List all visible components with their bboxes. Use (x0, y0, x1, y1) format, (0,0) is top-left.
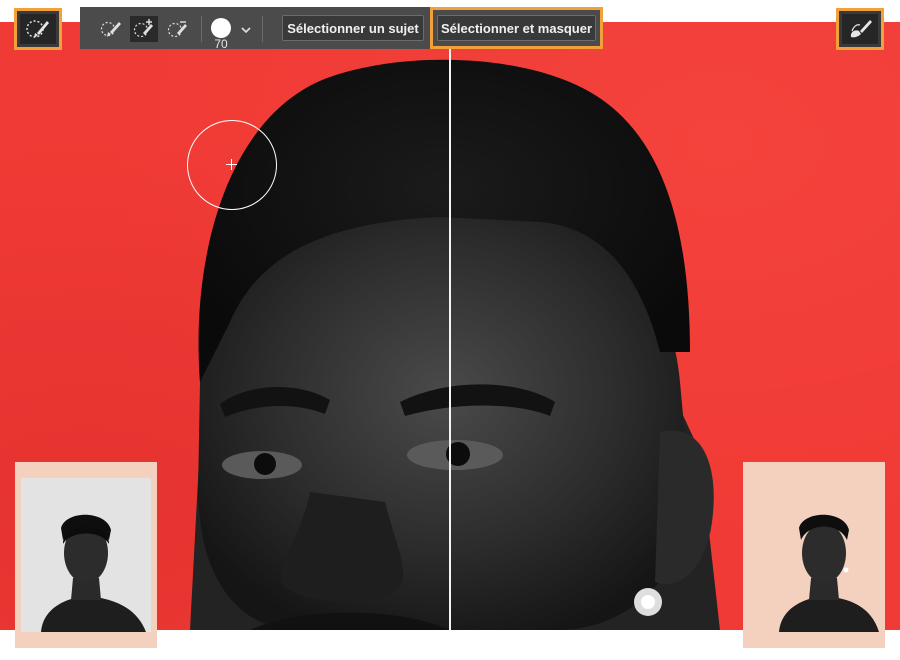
quick-selection-add-icon (133, 19, 153, 38)
brush-preview[interactable] (211, 18, 231, 38)
quick-selection-subtract-icon (167, 21, 187, 38)
thumbnail-original-photo (21, 478, 151, 632)
quick-selection-brush-icon (100, 21, 121, 37)
chevron-down-icon[interactable] (239, 23, 253, 37)
quick-selection-tool-button[interactable] (14, 8, 62, 50)
tool-mode-subtract[interactable] (164, 16, 192, 42)
brush-size-value: 70 (214, 37, 228, 51)
tool-mode-new[interactable] (97, 16, 125, 42)
refine-edge-brush-button[interactable] (836, 8, 884, 50)
toolbar-separator (262, 16, 263, 42)
quick-selection-tool-icon (26, 20, 49, 38)
before-thumbnail (15, 462, 157, 648)
thumbnail-masked-photo (749, 478, 879, 632)
split-divider[interactable] (449, 22, 451, 630)
toolbar-separator (201, 16, 202, 42)
refine-edge-brush-icon (850, 20, 872, 38)
select-and-mask-highlight: Sélectionner et masquer (430, 7, 603, 49)
select-and-mask-button[interactable]: Sélectionner et masquer (437, 15, 596, 41)
after-thumbnail (743, 462, 885, 648)
brush-cursor (187, 120, 277, 210)
select-subject-button[interactable]: Sélectionner un sujet (282, 15, 424, 41)
tool-mode-add[interactable] (130, 16, 158, 42)
